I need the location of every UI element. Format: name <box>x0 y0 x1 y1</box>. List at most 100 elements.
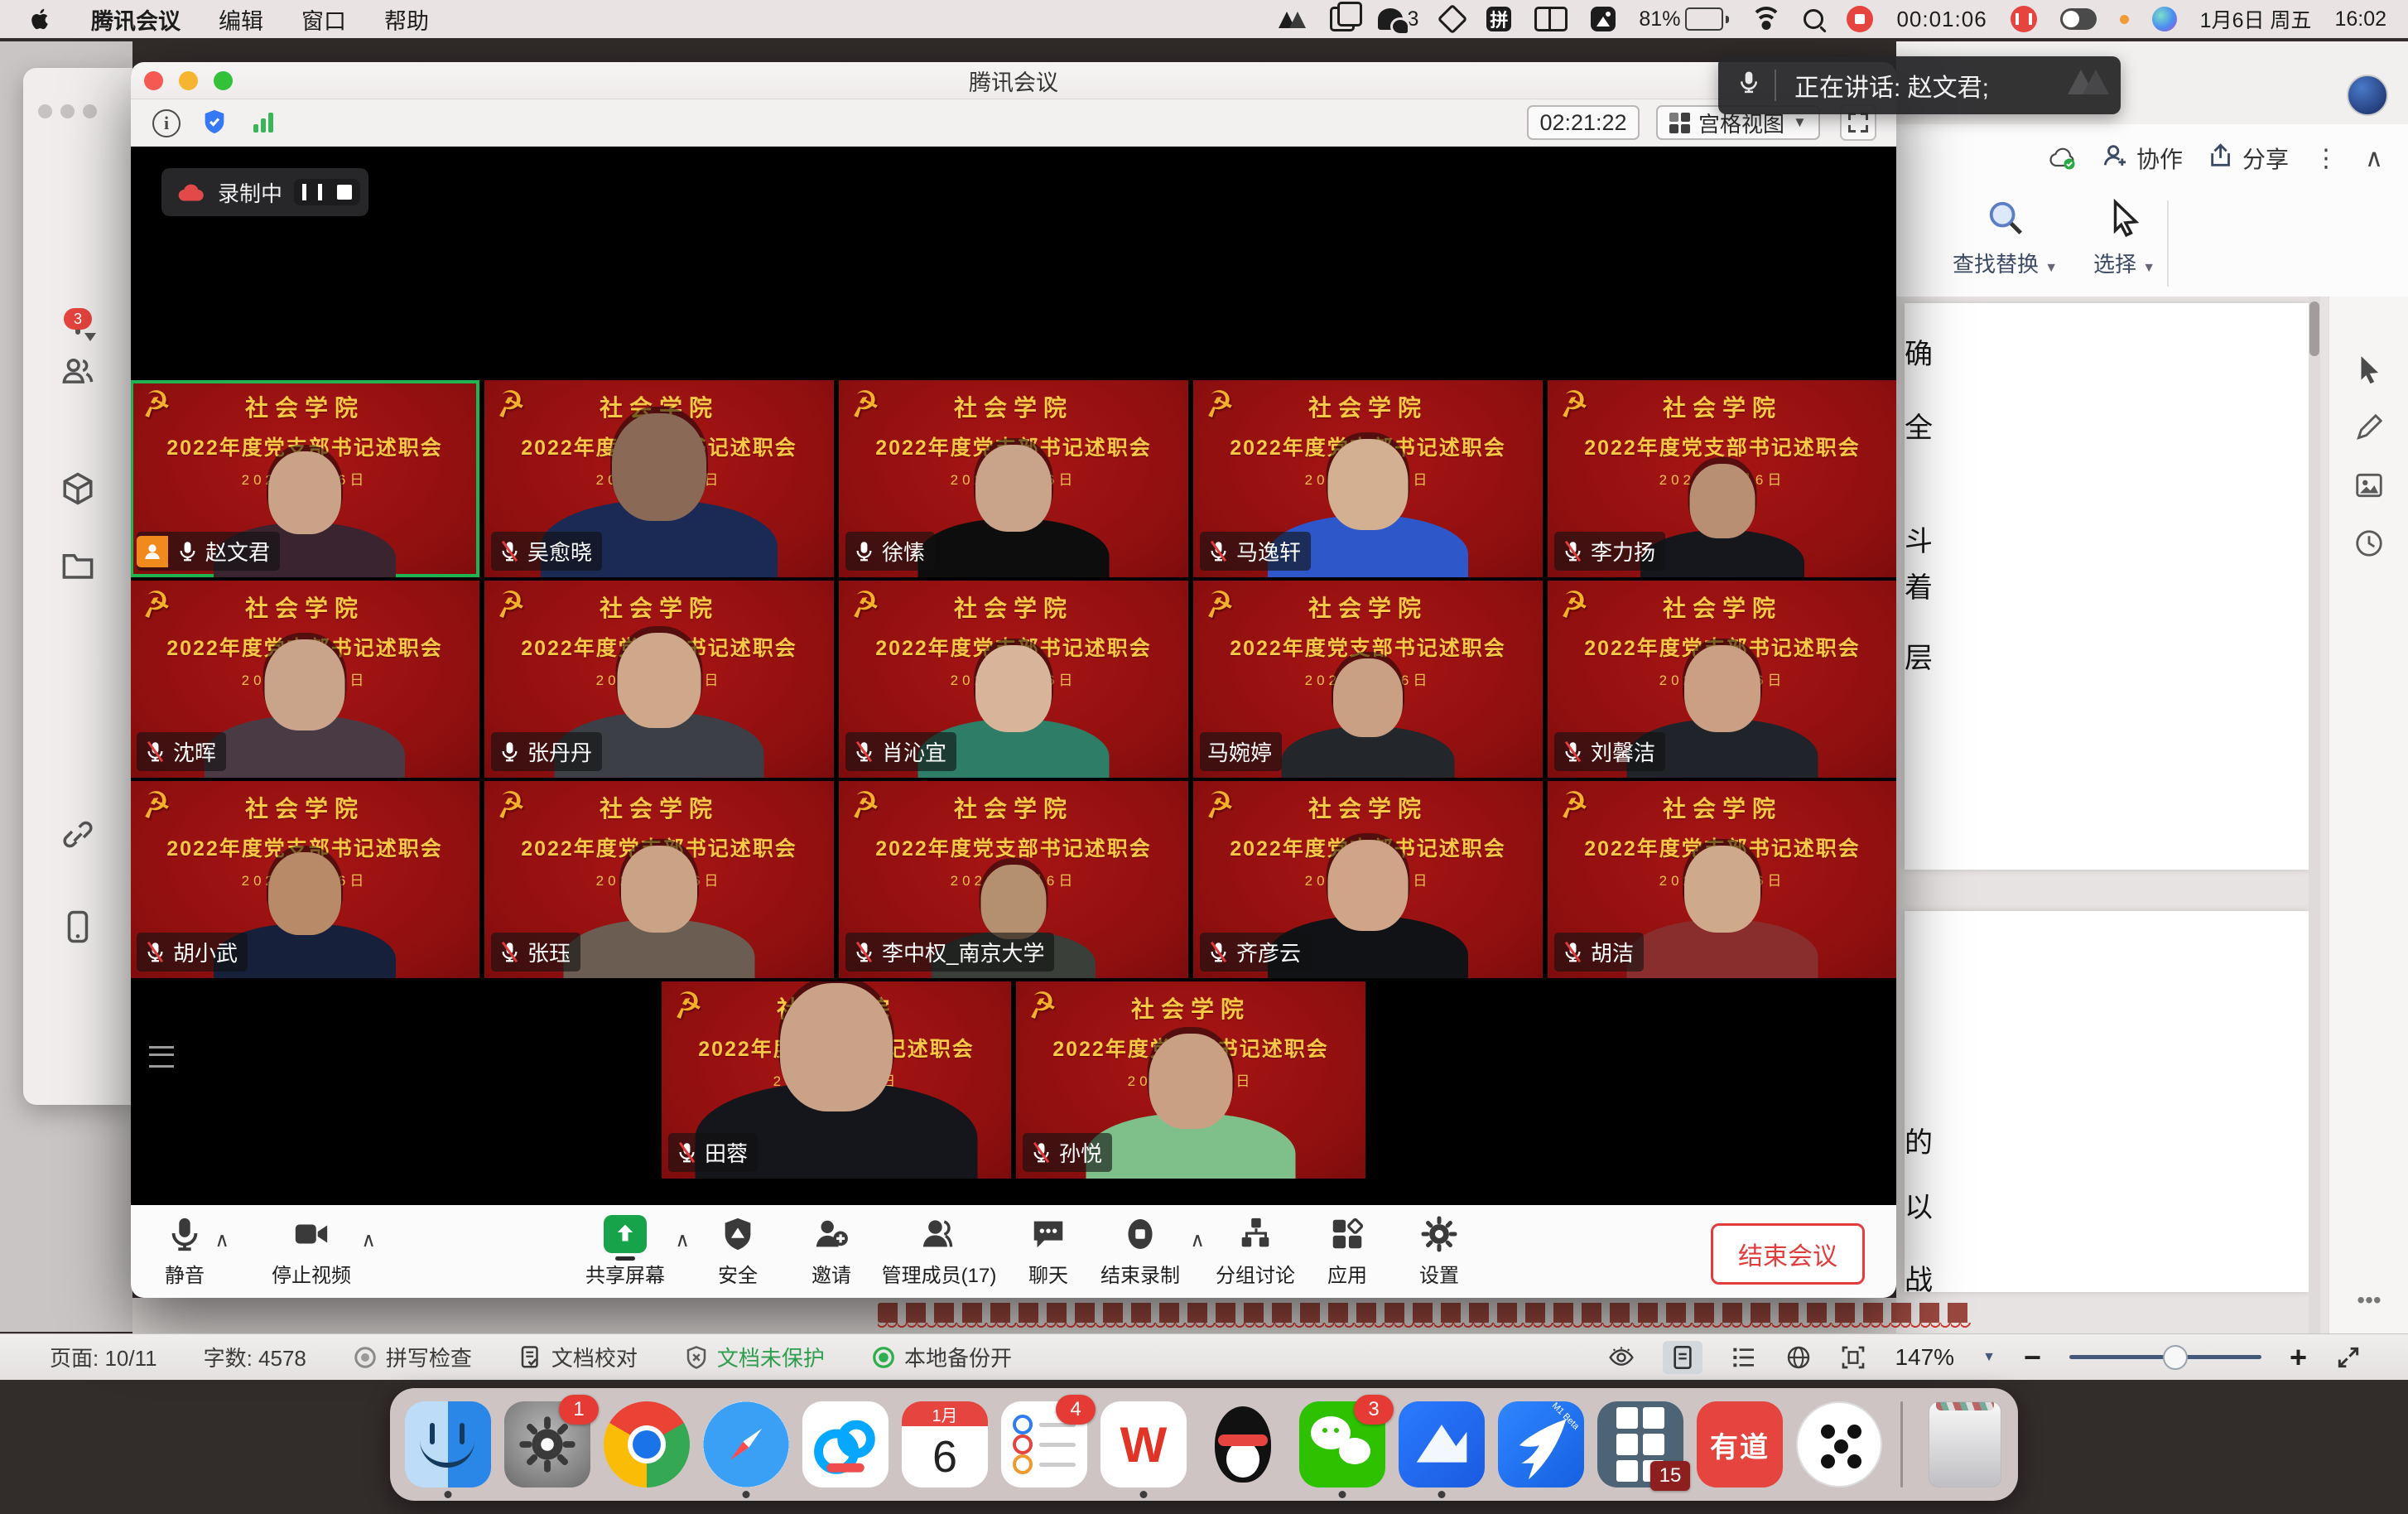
dock-app-chrome[interactable] <box>604 1401 690 1487</box>
participant-tile[interactable]: ☭社会学院2022年度党支部书记述职会2023年1月6日马婉婷 <box>1193 581 1543 778</box>
dock-app-netdisk[interactable] <box>802 1401 889 1487</box>
collapse-ribbon-icon[interactable]: ∧ <box>2365 144 2383 173</box>
toolbar-camera-button[interactable]: 停止视频∧ <box>272 1215 351 1288</box>
close-button[interactable] <box>144 71 163 90</box>
meeting-security-icon[interactable] <box>200 108 229 140</box>
word-count[interactable]: 字数: 4578 <box>204 1342 306 1372</box>
outline-view-icon[interactable] <box>1731 1344 1757 1371</box>
end-meeting-button[interactable]: 结束会议 <box>1711 1223 1865 1285</box>
backup-status[interactable]: 本地备份开 <box>871 1342 1012 1372</box>
find-replace-button[interactable]: 查找替换 ▼ <box>1953 199 2058 278</box>
participant-tile[interactable]: ☭社会学院2022年度党支部书记述职会2023年1月6日沈晖 <box>131 581 479 778</box>
sidebar-cube-icon[interactable] <box>60 471 95 506</box>
wechat-menu-icon[interactable]: 3 <box>1378 7 1419 31</box>
fullscreen-toggle-icon[interactable] <box>2335 1344 2362 1371</box>
strip-history-icon[interactable] <box>2353 528 2385 559</box>
sidebar-phone-icon[interactable] <box>60 909 95 944</box>
document-page[interactable] <box>1905 303 2309 870</box>
account-avatar[interactable] <box>2347 75 2388 116</box>
document-scrollbar[interactable] <box>2309 297 2320 1333</box>
toolbar-breakout-button[interactable]: 分组讨论 <box>1216 1215 1295 1288</box>
protection-status[interactable]: 文档未保护 <box>684 1342 825 1372</box>
page-indicator[interactable]: 页面: 10/11 <box>50 1342 157 1372</box>
participant-tile[interactable]: ☭社会学院2022年度党支部书记述职会2023年1月6日张丹丹 <box>484 581 834 778</box>
photos-menu-icon[interactable] <box>1591 7 1616 31</box>
stop-recording-button[interactable] <box>337 185 352 200</box>
participant-tile[interactable]: ☭社会学院2022年度党支部书记述职会2023年1月6日李力扬 <box>1548 380 1896 577</box>
toolbar-invite-button[interactable]: 邀请 <box>811 1215 851 1288</box>
dock-app-calendar[interactable]: 1月6 <box>902 1401 988 1487</box>
sidebar-link-icon[interactable] <box>60 820 95 855</box>
minimize-button[interactable] <box>179 71 198 90</box>
toolbar-microphone-button[interactable]: 静音∧ <box>165 1215 205 1288</box>
participant-tile[interactable]: ☭社会学院2022年度党支部书记述职会2023年1月6日肖沁宜 <box>839 581 1188 778</box>
zoom-dropdown-arrow[interactable]: ▼ <box>1982 1350 1996 1365</box>
proofread-status[interactable]: 文档校对 <box>518 1342 638 1372</box>
dock-app-reminders[interactable]: 4 <box>1001 1401 1087 1487</box>
dock-app-dingtalk[interactable]: M1 Beta <box>1498 1401 1584 1487</box>
menu-bar-date[interactable]: 1月6日 周五 <box>2200 4 2312 34</box>
display-menu-icon[interactable] <box>1534 7 1568 31</box>
participant-tile[interactable]: ☭社会学院2022年度党支部书记述职会2023年1月6日田蓉 <box>662 981 1011 1179</box>
dictionary-app-icon[interactable] <box>1442 8 1463 30</box>
participant-tile[interactable]: ☭社会学院2022年度党支部书记述职会2023年1月6日胡洁 <box>1548 781 1896 978</box>
meeting-info-icon[interactable]: i <box>152 109 181 137</box>
dock-app-youdao[interactable]: 有道 <box>1697 1401 1783 1487</box>
toolbar-shield-button[interactable]: 安全 <box>718 1215 758 1288</box>
dock-app-wechat[interactable]: 3 <box>1299 1401 1385 1487</box>
zoom-percent[interactable]: 147% <box>1895 1344 1954 1371</box>
dock-app-settings[interactable]: 1 <box>504 1401 590 1487</box>
participant-tile[interactable]: ☭社会学院2022年度党支部书记述职会2023年1月6日齐彦云 <box>1193 781 1543 978</box>
zoom-out-button[interactable]: − <box>2024 1349 2041 1366</box>
participant-tile[interactable]: ☭社会学院2022年度党支部书记述职会2023年1月6日吴愈晓 <box>484 380 834 577</box>
dock-app-qq[interactable] <box>1200 1401 1286 1487</box>
capture-app-icon[interactable] <box>1279 10 1307 28</box>
participant-tile[interactable]: ☭社会学院2022年度党支部书记述职会2023年1月6日赵文君 <box>131 380 479 577</box>
collaborate-button[interactable]: 协作 <box>2102 142 2183 176</box>
chevron-up-icon[interactable]: ∧ <box>1190 1228 1205 1252</box>
toolbar-members-button[interactable]: 管理成员(17) <box>882 1215 997 1288</box>
toolbar-apps-button[interactable]: 应用 <box>1327 1215 1367 1288</box>
meeting-window-titlebar[interactable]: 腾讯会议 <box>131 62 1896 99</box>
chevron-up-icon[interactable]: ∧ <box>675 1228 690 1252</box>
strip-image-icon[interactable] <box>2353 470 2385 501</box>
participant-tile[interactable]: ☭社会学院2022年度党支部书记述职会2023年1月6日胡小武 <box>131 781 479 978</box>
screen-recording-pause-button[interactable] <box>2011 6 2037 32</box>
zoom-slider[interactable] <box>2069 1355 2261 1359</box>
participant-tile[interactable]: ☭社会学院2022年度党支部书记述职会2023年1月6日马逸轩 <box>1193 380 1543 577</box>
toolbar-chat-button[interactable]: 聊天 <box>1028 1215 1068 1288</box>
chevron-up-icon[interactable]: ∧ <box>361 1228 376 1252</box>
apple-menu-icon[interactable] <box>28 7 53 31</box>
toolbar-settings-button[interactable]: 设置 <box>1419 1215 1459 1288</box>
sidebar-chat-icon[interactable]: 3 <box>75 318 80 333</box>
menu-item[interactable]: 帮助 <box>384 3 429 36</box>
chevron-up-icon[interactable]: ∧ <box>214 1228 229 1252</box>
strip-pen-icon[interactable] <box>2353 412 2385 443</box>
more-menu-icon[interactable]: ⋮ <box>2314 144 2340 173</box>
cloud-sync-status[interactable] <box>2049 144 2077 172</box>
document-page[interactable] <box>1905 911 2309 1292</box>
participant-tile[interactable]: ☭社会学院2022年度党支部书记述职会2023年1月6日刘馨洁 <box>1548 581 1896 778</box>
strip-cursor-icon[interactable] <box>2353 354 2385 385</box>
pause-recording-button[interactable] <box>302 184 322 200</box>
participant-tile[interactable]: ☭社会学院2022年度党支部书记述职会2023年1月6日李中权_南京大学 <box>839 781 1188 978</box>
clipboard-app-icon[interactable] <box>1330 7 1355 31</box>
menu-item[interactable]: 编辑 <box>219 3 263 36</box>
menu-item[interactable]: 腾讯会议 <box>91 3 181 36</box>
select-button[interactable]: 选择 ▼ <box>2093 199 2155 278</box>
network-signal-icon[interactable] <box>253 113 273 133</box>
wifi-icon[interactable] <box>1752 8 1780 30</box>
input-method-icon[interactable]: 拼 <box>1486 7 1511 31</box>
dock-app-app-grid[interactable]: 15 <box>1597 1401 1683 1487</box>
participant-tile[interactable]: ☭社会学院2022年度党支部书记述职会2023年1月6日孙悦 <box>1016 981 1365 1179</box>
sidebar-folder-icon[interactable] <box>60 548 95 583</box>
sidebar-contacts-icon[interactable] <box>60 354 95 388</box>
control-center-icon[interactable] <box>2060 8 2097 30</box>
dock-app-wps[interactable]: W <box>1100 1401 1187 1487</box>
more-tools-icon[interactable]: ••• <box>2357 1287 2381 1314</box>
participant-tile[interactable]: ☭社会学院2022年度党支部书记述职会2023年1月6日徐愫 <box>839 380 1188 577</box>
eye-protect-icon[interactable] <box>1608 1344 1635 1371</box>
spellcheck-status[interactable]: 拼写检查 <box>353 1342 472 1372</box>
siri-icon[interactable] <box>2152 7 2177 31</box>
share-button[interactable]: 分享 <box>2208 142 2289 176</box>
